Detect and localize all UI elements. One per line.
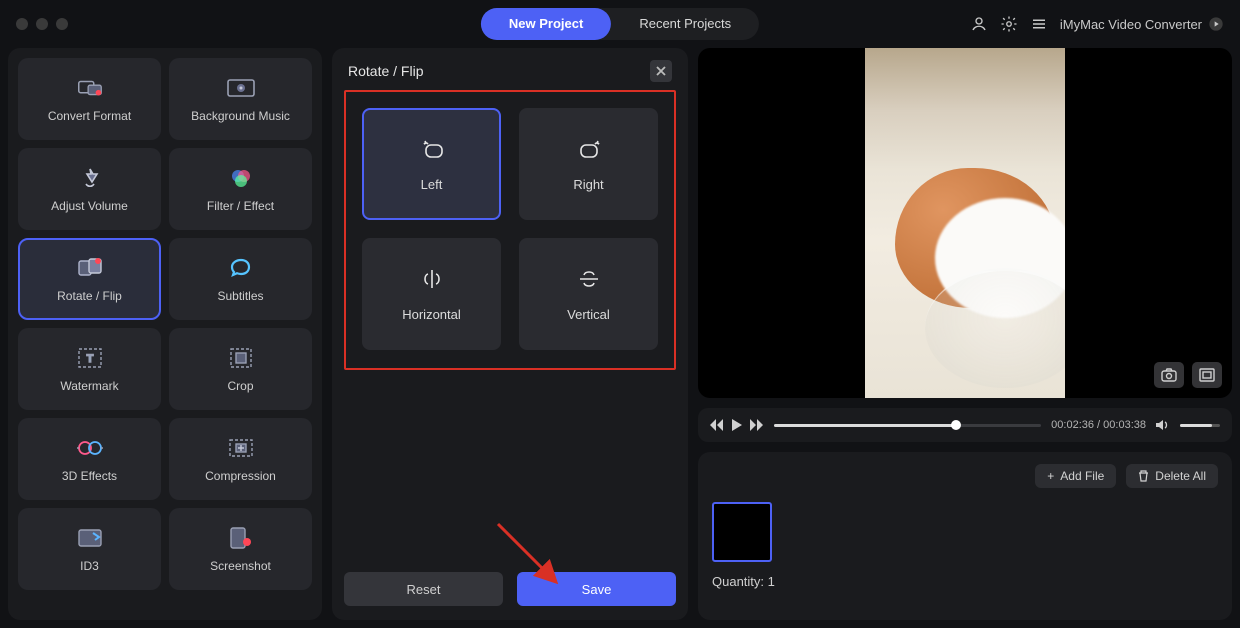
flip-vertical-icon <box>575 267 603 291</box>
tool-compression[interactable]: Compression <box>169 418 312 500</box>
tool-label: Watermark <box>60 379 118 393</box>
menu-icon[interactable] <box>1030 15 1048 33</box>
screenshot-icon <box>226 525 256 551</box>
tool-convert-format[interactable]: Convert Format <box>18 58 161 140</box>
rotate-left-icon <box>418 137 446 161</box>
video-preview <box>698 48 1232 398</box>
tool-label: Screenshot <box>210 559 271 573</box>
tool-id3[interactable]: ID3 <box>18 508 161 590</box>
reset-button[interactable]: Reset <box>344 572 503 606</box>
option-label: Left <box>421 177 443 192</box>
tool-label: Background Music <box>191 109 290 123</box>
settings-icon[interactable] <box>1000 15 1018 33</box>
add-file-button[interactable]: + Add File <box>1035 464 1116 488</box>
window-close[interactable] <box>16 18 28 30</box>
tool-label: Filter / Effect <box>207 199 274 213</box>
play-badge-icon <box>1208 16 1224 32</box>
queue-quantity: Quantity: 1 <box>712 574 1218 589</box>
save-button[interactable]: Save <box>517 572 676 606</box>
rotate-flip-icon <box>75 255 105 281</box>
flip-horizontal-icon <box>418 267 446 291</box>
rotate-options-highlight: Left Right Horizontal <box>344 90 676 370</box>
tool-label: Subtitles <box>217 289 263 303</box>
project-tabs: New Project Recent Projects <box>481 8 759 40</box>
filter-effect-icon <box>226 165 256 191</box>
tool-label: 3D Effects <box>62 469 117 483</box>
prev-button[interactable] <box>710 419 724 431</box>
tool-rotate-flip[interactable]: Rotate / Flip <box>18 238 161 320</box>
progress-bar[interactable] <box>774 424 1041 427</box>
flip-horizontal-option[interactable]: Horizontal <box>362 238 501 350</box>
timecode: 00:02:36 / 00:03:38 <box>1051 419 1146 431</box>
account-icon[interactable] <box>970 15 988 33</box>
rotate-right-icon <box>575 137 603 161</box>
3d-effects-icon <box>75 435 105 461</box>
play-button[interactable] <box>732 419 742 431</box>
plus-icon: + <box>1047 469 1054 483</box>
player-controls: 00:02:36 / 00:03:38 <box>698 408 1232 442</box>
tool-adjust-volume[interactable]: Adjust Volume <box>18 148 161 230</box>
trash-icon <box>1138 470 1149 482</box>
volume-slider[interactable] <box>1180 424 1220 427</box>
next-button[interactable] <box>750 419 764 431</box>
svg-text:T: T <box>86 353 93 365</box>
fullscreen-button[interactable] <box>1192 362 1222 388</box>
close-panel-button[interactable] <box>650 60 672 82</box>
file-queue-panel: + Add File Delete All Quantity: 1 <box>698 452 1232 620</box>
tool-label: Convert Format <box>48 109 131 123</box>
window-zoom[interactable] <box>56 18 68 30</box>
option-label: Vertical <box>567 307 610 322</box>
adjust-volume-icon <box>75 165 105 191</box>
snapshot-button[interactable] <box>1154 362 1184 388</box>
option-label: Horizontal <box>402 307 461 322</box>
titlebar: New Project Recent Projects iMyMac Video… <box>0 0 1240 48</box>
watermark-icon: T <box>75 345 105 371</box>
rotate-right-option[interactable]: Right <box>519 108 658 220</box>
window-minimize[interactable] <box>36 18 48 30</box>
tool-background-music[interactable]: Background Music <box>169 58 312 140</box>
preview-frame <box>865 48 1065 398</box>
tool-filter-effect[interactable]: Filter / Effect <box>169 148 312 230</box>
tool-watermark[interactable]: T Watermark <box>18 328 161 410</box>
window-controls <box>16 18 68 30</box>
tool-crop[interactable]: Crop <box>169 328 312 410</box>
flip-vertical-option[interactable]: Vertical <box>519 238 658 350</box>
volume-icon[interactable] <box>1156 419 1170 431</box>
tool-3d-effects[interactable]: 3D Effects <box>18 418 161 500</box>
tool-label: Compression <box>205 469 276 483</box>
tool-label: Adjust Volume <box>51 199 128 213</box>
crop-icon <box>226 345 256 371</box>
queue-thumbnail[interactable] <box>712 502 772 562</box>
id3-icon <box>75 525 105 551</box>
delete-all-button[interactable]: Delete All <box>1126 464 1218 488</box>
convert-format-icon <box>75 75 105 101</box>
subtitles-icon <box>226 255 256 281</box>
rotate-left-option[interactable]: Left <box>362 108 501 220</box>
tools-sidebar: Convert Format Background Music Adjust V… <box>8 48 322 620</box>
tool-label: ID3 <box>80 559 99 573</box>
compression-icon <box>226 435 256 461</box>
app-name: iMyMac Video Converter <box>1060 17 1202 32</box>
tool-label: Rotate / Flip <box>57 289 122 303</box>
tab-recent-projects[interactable]: Recent Projects <box>611 8 759 40</box>
background-music-icon <box>226 75 256 101</box>
tab-new-project[interactable]: New Project <box>481 8 611 40</box>
tool-label: Crop <box>227 379 253 393</box>
tool-subtitles[interactable]: Subtitles <box>169 238 312 320</box>
panel-title: Rotate / Flip <box>348 63 423 79</box>
tool-screenshot[interactable]: Screenshot <box>169 508 312 590</box>
rotate-flip-panel: Rotate / Flip Left Right <box>332 48 688 620</box>
option-label: Right <box>573 177 603 192</box>
